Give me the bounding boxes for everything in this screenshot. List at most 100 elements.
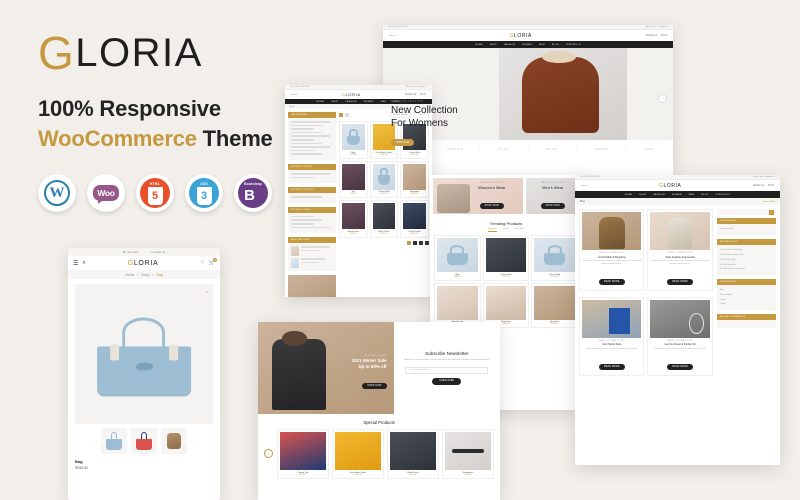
- sidebar-block-recent-comments[interactable]: RECENT COMMENTS: [716, 313, 776, 328]
- cart-icon[interactable]: 🛒 0: [209, 258, 217, 266]
- product-card[interactable]: NEWCap Sleeve Dress$180.00: [332, 429, 384, 479]
- breadcrumb-shop[interactable]: Shop: [142, 273, 150, 277]
- woocommerce-badge[interactable]: Woo: [87, 174, 125, 212]
- search-icon[interactable]: ⌕: [82, 260, 85, 267]
- html5-badge[interactable]: HTML 5: [136, 174, 174, 212]
- nav-item-men[interactable]: MEN: [539, 44, 545, 46]
- nav-item-fashion[interactable]: FASHION: [504, 44, 515, 46]
- slider-next-icon[interactable]: ›: [658, 94, 667, 103]
- nav-item-men[interactable]: MEN: [689, 194, 695, 196]
- product-card[interactable]: Floral Dress $145.00: [338, 200, 368, 238]
- product-card[interactable]: Bag $256.52: [338, 121, 368, 159]
- breadcrumb-home[interactable]: Home: [125, 273, 134, 277]
- search-input[interactable]: Search: [291, 94, 298, 96]
- post-title[interactable]: Cool Street Style: [582, 343, 641, 346]
- topbar-account-links[interactable]: My account Contact us: [753, 176, 775, 178]
- product-card[interactable]: SALECasual Shirt$120.00: [482, 235, 530, 281]
- product-card[interactable]: Backpack $160.00: [400, 160, 429, 198]
- newsletter-email-input[interactable]: ✉ Enter your email...: [405, 366, 489, 374]
- search-input[interactable]: Search: [389, 35, 396, 37]
- post-title[interactable]: Start Fashion Augmented: [650, 256, 709, 259]
- nav-item-men[interactable]: MEN: [381, 101, 387, 103]
- topbar-account-links[interactable]: My account Contact us: [646, 26, 668, 28]
- carousel-prev-icon[interactable]: ‹: [264, 449, 273, 459]
- product-thumbnail[interactable]: [161, 428, 187, 454]
- nav-item-home[interactable]: HOME: [625, 194, 633, 196]
- view-toggle[interactable]: [338, 113, 349, 117]
- tab-latest[interactable]: Latest: [503, 228, 509, 232]
- product-thumbnail[interactable]: [131, 428, 157, 454]
- sidebar-block-categories[interactable]: CATEGORIES Uncategorized: [716, 218, 776, 235]
- banner-mens-wear[interactable]: NEW COLLECTION Men's Wear SHOP NOW: [526, 178, 579, 214]
- tab-bestseller[interactable]: Bestseller: [515, 228, 525, 232]
- wishlist-link[interactable]: Wishlist (0): [646, 35, 657, 37]
- brand-logo[interactable]: GLORIA: [128, 260, 159, 267]
- wishlist-link[interactable]: Wishlist (0): [753, 185, 764, 187]
- main-nav[interactable]: HOME SHOP FASHION WOMEN MEN BLOG PORTFOL…: [575, 191, 780, 198]
- nav-item-blog[interactable]: BLOG: [552, 44, 559, 46]
- sidebar-search[interactable]: ⌕: [716, 209, 776, 215]
- blog-page-mockup[interactable]: Tel: (+00) 1234 5678 My account Contact …: [575, 175, 780, 465]
- nav-item-women[interactable]: WOMEN: [672, 194, 682, 196]
- brand-logo[interactable]: GLORIA: [659, 183, 682, 189]
- tab-featured[interactable]: Featured: [487, 228, 497, 232]
- blog-post-card[interactable]: ADMIN • OCTOBER 14, 2021 Cool Street Sty…: [579, 296, 645, 376]
- sidebar-item[interactable]: The Weekend Looks Good: [720, 267, 773, 272]
- search-input[interactable]: Search: [581, 185, 588, 187]
- nav-item-women[interactable]: WOMEN: [364, 101, 374, 103]
- mobile-topbar[interactable]: My account | Contact us: [68, 248, 220, 256]
- blog-post-card[interactable]: ADMIN • OCTOBER 10, 2021 Get the Finest …: [647, 296, 713, 376]
- winter-sale-banner[interactable]: SPECIAL OFFER 2021 Winter Sale Up to 60% …: [258, 322, 394, 414]
- contact-us-link[interactable]: Contact us: [151, 250, 165, 254]
- search-icon[interactable]: ⌕: [769, 209, 774, 215]
- product-card[interactable]: Backpack $160.00: [531, 282, 578, 328]
- nav-item-portfolio[interactable]: PORTFOLIO: [715, 194, 730, 196]
- wishlist-icon[interactable]: ♡: [200, 260, 204, 266]
- cart-link[interactable]: $0.00: [420, 94, 426, 96]
- nav-item-home[interactable]: HOME: [317, 101, 325, 103]
- product-thumbnail-strip[interactable]: ‹ ›: [68, 428, 220, 454]
- sidebar-block-categories-2[interactable]: CATEGORIES Bag Casual Wear Jacket Ladies: [716, 278, 776, 310]
- blog-post-card[interactable]: ADMIN • OCTOBER 18, 2021 Start Fashion A…: [647, 209, 713, 291]
- sidebar-block-recent-post[interactable]: RECENT POST Comfortable & Beguiling Star…: [716, 238, 776, 275]
- sidebar-block-categories[interactable]: CATEGORIES: [288, 112, 336, 160]
- hero-cta-button[interactable]: SHOP NOW: [391, 139, 415, 146]
- topbar-account-links[interactable]: My account Contact us: [406, 86, 427, 88]
- nav-item-fashion[interactable]: FASHION: [653, 194, 664, 196]
- trending-tabs[interactable]: Featured Latest Bestseller: [430, 228, 582, 232]
- pagination[interactable]: [339, 240, 429, 245]
- brand-logo[interactable]: GLORIA: [342, 92, 361, 97]
- hamburger-menu-icon[interactable]: ☰: [73, 260, 78, 267]
- sidebar-block-tags[interactable]: PRODUCT TAGS: [288, 206, 336, 234]
- nav-item-home[interactable]: HOME: [475, 44, 483, 46]
- product-card[interactable]: SALEPrinted Tote$256.52: [277, 429, 329, 479]
- thumb-prev-icon[interactable]: ‹: [95, 438, 97, 444]
- css3-badge[interactable]: CSS 3: [185, 174, 223, 212]
- zoom-icon[interactable]: ⌕: [206, 289, 208, 294]
- wordpress-badge[interactable]: W: [38, 174, 76, 212]
- banner-womens-wear[interactable]: NEW COLLECTION Women's Wear SHOP NOW: [433, 178, 524, 214]
- blog-post-card[interactable]: ADMIN • OCTOBER 20, 2021 Comfortable & B…: [579, 209, 645, 291]
- product-card[interactable]: SALEBlack Dress$175.00: [387, 429, 439, 479]
- nav-item-fashion[interactable]: FASHION: [345, 101, 356, 103]
- nav-item-shop[interactable]: SHOP: [331, 101, 338, 103]
- thumb-next-icon[interactable]: ›: [191, 438, 193, 444]
- wishlist-link[interactable]: Wishlist (0): [405, 94, 416, 96]
- newsletter-page-mockup[interactable]: SPECIAL OFFER 2021 Winter Sale Up to 60% …: [258, 322, 500, 500]
- product-card[interactable]: Bag $256.52: [434, 235, 481, 281]
- product-card[interactable]: Classic Bag $210.00: [531, 235, 578, 281]
- cart-link[interactable]: $0.00: [661, 35, 667, 37]
- product-card[interactable]: Classic Bag $210.00: [369, 160, 399, 198]
- read-more-button[interactable]: READ MORE: [598, 363, 625, 370]
- bootstrap-badge[interactable]: Bootstrap B: [234, 174, 272, 212]
- read-more-button[interactable]: READ MORE: [598, 278, 625, 285]
- sidebar-block-bestsellers[interactable]: BEST SELLERS: [288, 237, 336, 272]
- read-more-button[interactable]: READ MORE: [667, 278, 694, 285]
- sale-cta-button[interactable]: SHOP NOW: [362, 382, 387, 389]
- nav-item-women[interactable]: WOMEN: [522, 44, 532, 46]
- product-thumbnail[interactable]: [101, 428, 127, 454]
- breadcrumb[interactable]: Home › Shop › Bag: [68, 270, 220, 279]
- main-nav[interactable]: HOME SHOP FASHION WOMEN MEN BLOG PORTFOL…: [383, 41, 673, 48]
- mobile-product-mockup[interactable]: My account | Contact us ☰ ⌕ GLORIA ♡ 🛒 0…: [68, 248, 220, 500]
- banner-cta-button[interactable]: SHOP NOW: [540, 202, 565, 209]
